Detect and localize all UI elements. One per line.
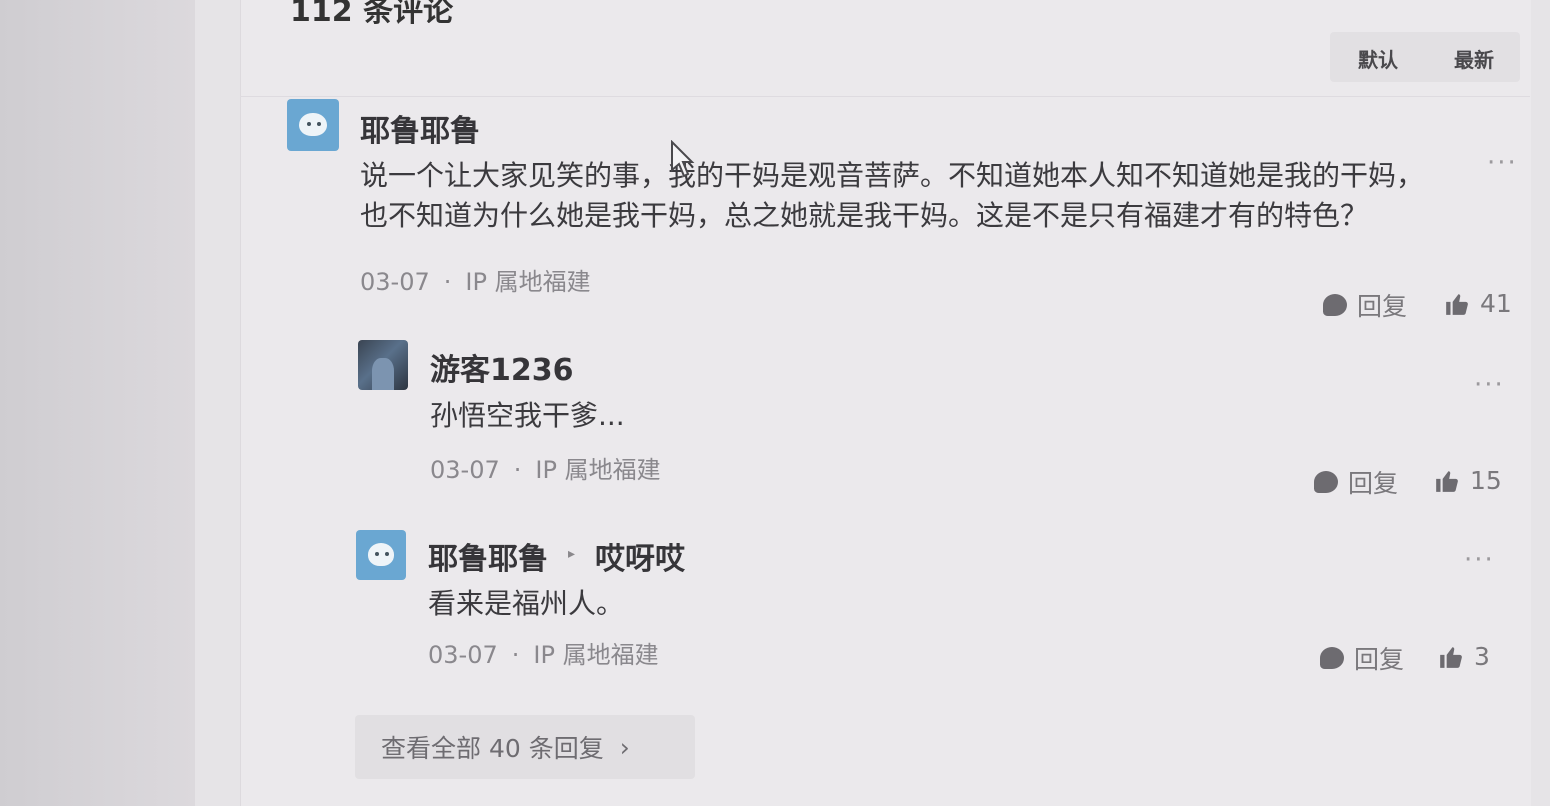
comment-text: 说一个让大家见笑的事，我的干妈是观音菩萨。不知道她本人知不知道她是我的干妈， 也… (360, 156, 1500, 236)
reply-button[interactable]: 回复 (1320, 640, 1404, 676)
like-button[interactable]: 15 (1434, 466, 1502, 495)
comment-meta: 03-07 · IP 属地福建 (430, 450, 661, 485)
like-button[interactable]: 41 (1444, 289, 1512, 318)
view-all-label: 查看全部 40 条回复 (381, 734, 604, 763)
meta-separator: · (511, 641, 520, 669)
reply-text: 看来是福州人。 (428, 587, 625, 620)
reply-label: 回复 (1348, 469, 1399, 498)
reply-button[interactable]: 回复 (1314, 464, 1398, 500)
reply-button[interactable]: 回复 (1323, 287, 1407, 323)
sort-tab-default[interactable]: 默认 (1358, 44, 1398, 73)
comment-ip: IP 属地福建 (465, 268, 591, 296)
meta-separator: · (443, 268, 452, 296)
view-all-replies-button[interactable]: 查看全部 40 条回复 › (355, 715, 695, 779)
meta-separator: · (513, 456, 522, 484)
like-button[interactable]: 3 (1438, 642, 1490, 671)
avatar[interactable] (287, 99, 339, 151)
avatar-face (299, 112, 327, 137)
comment-text-line: 也不知道为什么她是我干妈，总之她就是我干妈。这是不是只有福建才有的特色？ (360, 199, 1369, 232)
avatar-eye (375, 552, 379, 556)
comment-text-line: 说一个让大家见笑的事，我的干妈是观音菩萨。不知道她本人知不知道她是我的干妈， (360, 159, 1425, 192)
speech-bubble-icon (1323, 294, 1347, 316)
mouse-cursor-icon (671, 140, 695, 178)
like-count: 15 (1470, 466, 1502, 495)
comment-ip: IP 属地福建 (535, 456, 661, 484)
thumbs-up-icon (1440, 646, 1462, 668)
reply-label: 回复 (1354, 645, 1405, 674)
header-divider (240, 96, 1530, 97)
comment-date: 03-07 (360, 268, 430, 296)
comment-username[interactable]: 耶鲁耶鲁 (360, 106, 480, 150)
thumbs-up-icon (1436, 470, 1458, 492)
speech-bubble-icon (1314, 471, 1338, 493)
speech-bubble-icon (1320, 647, 1344, 669)
avatar[interactable] (356, 530, 406, 580)
avatar-figure (372, 358, 394, 390)
comment-meta: 03-07 · IP 属地福建 (428, 635, 659, 670)
chevron-right-icon: › (619, 732, 630, 762)
comment-date: 03-07 (428, 641, 498, 669)
reply-username[interactable]: 耶鲁耶鲁 (428, 534, 548, 578)
reply-to-arrow-icon: ▸ (568, 546, 576, 562)
avatar-eye (385, 552, 389, 556)
reply-to-username[interactable]: 哎呀哎 (595, 534, 685, 578)
comment-count-title: 112 条评论 (290, 0, 454, 29)
avatar-eye (306, 121, 311, 127)
avatar-face (368, 543, 394, 566)
more-dots-icon[interactable]: ··· (1474, 370, 1505, 400)
like-count: 3 (1474, 642, 1490, 671)
reply-username[interactable]: 游客1236 (430, 345, 574, 389)
like-count: 41 (1480, 289, 1512, 318)
sort-tab-latest[interactable]: 最新 (1454, 44, 1494, 73)
comment-meta: 03-07 · IP 属地福建 (360, 262, 591, 297)
comment-ip: IP 属地福建 (533, 641, 659, 669)
thumbs-up-icon (1446, 293, 1468, 315)
sort-tabs: 默认 最新 (1330, 32, 1520, 82)
reply-text: 孙悟空我干爹... (430, 399, 625, 432)
more-dots-icon[interactable]: ··· (1464, 545, 1495, 575)
left-margin (0, 0, 195, 806)
comment-date: 03-07 (430, 456, 500, 484)
reply-label: 回复 (1357, 292, 1408, 321)
avatar[interactable] (358, 340, 408, 390)
